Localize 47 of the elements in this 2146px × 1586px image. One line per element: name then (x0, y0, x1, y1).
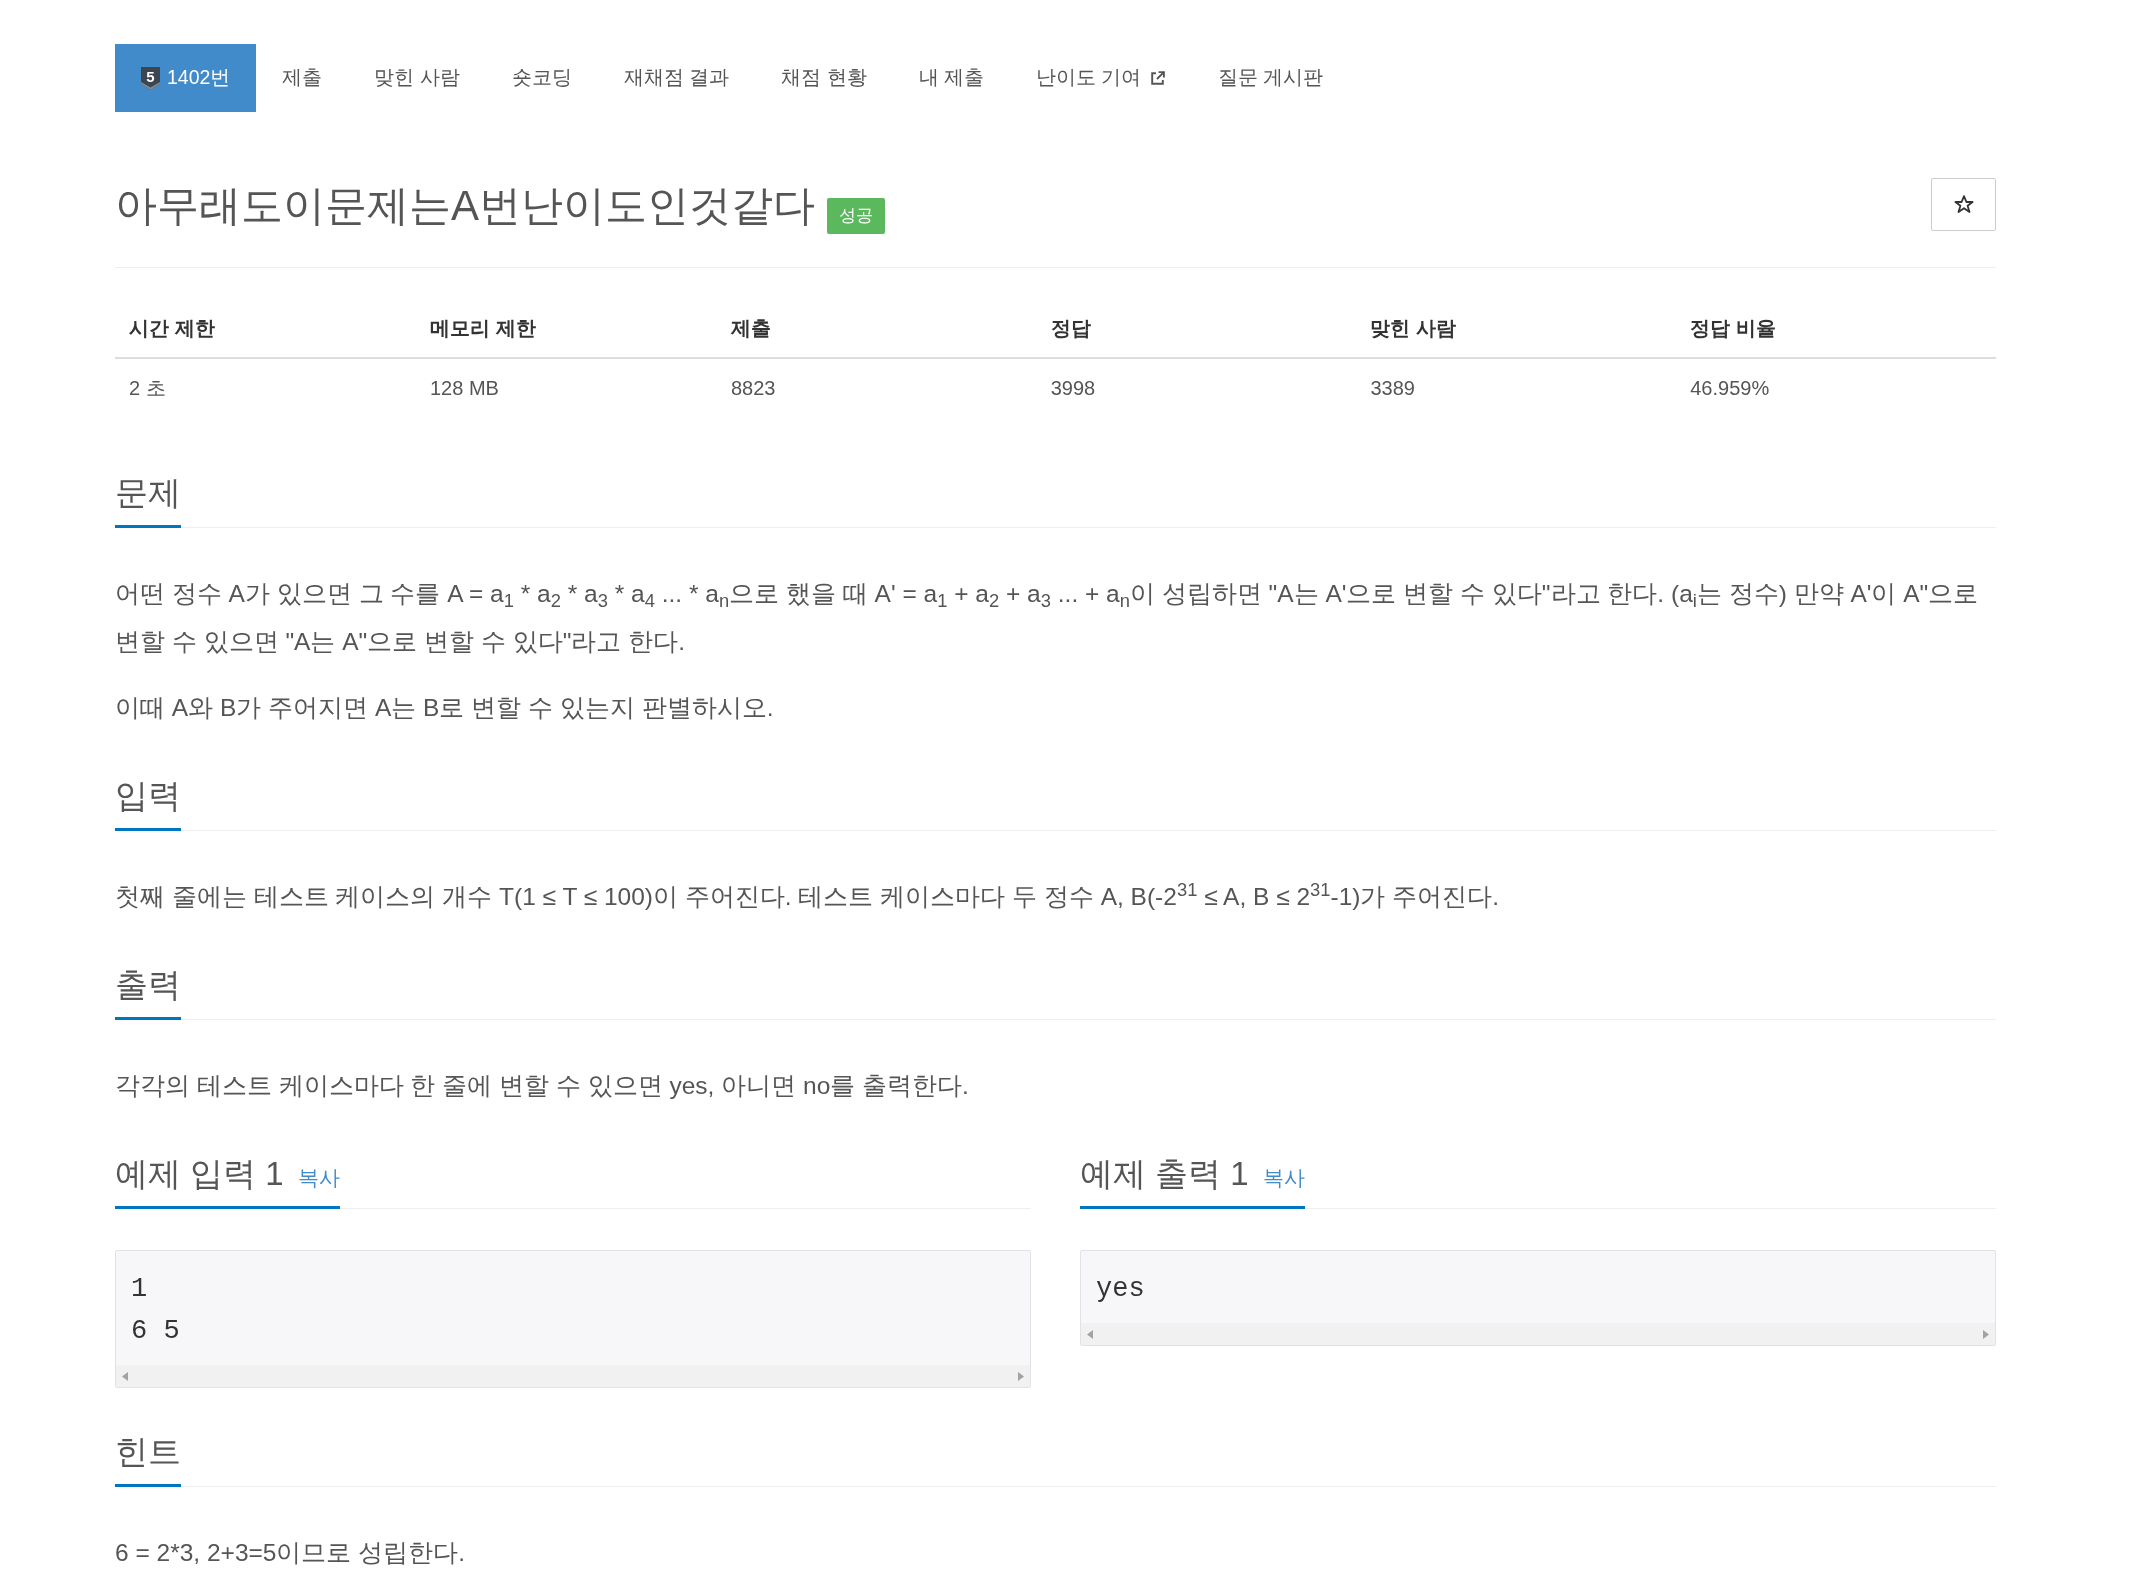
column-header: 제출 (716, 298, 1037, 358)
status-badge: 성공 (827, 198, 885, 234)
column-header: 정답 (1036, 298, 1357, 358)
section-heading: 힌트 (115, 1430, 181, 1487)
copy-link[interactable]: 복사 (297, 1162, 340, 1194)
paragraph: 각각의 테스트 케이스마다 한 줄에 변할 수 있으면 yes, 아니면 no를 출력한다. (115, 1071, 970, 1101)
scroll-right-icon[interactable] (1983, 1329, 1989, 1339)
nav-tab[interactable]: 채점 현황 (755, 44, 893, 112)
paragraph: 이때 A와 B가 주어지면 A는 B로 변할 수 있는지 판별하시오. (115, 693, 775, 723)
nav-tab[interactable]: 맞힌 사람 (348, 44, 486, 112)
copy-link[interactable]: 복사 (1262, 1162, 1305, 1194)
table-cell: 3998 (1036, 358, 1357, 416)
scroll-right-icon[interactable] (1018, 1371, 1024, 1381)
paragraph: 어떤 정수 A가 있으면 그 수를 A = a$_{1}$ * a$_{2}$ * a$_{3}$ * a$_{4}$ ... * a$_{n}$으로 했을 때 A' = a$_{1}$ + a$_{2}$ + a$_{3}$ ... + a$_{n}$이 성립하면 "A는 A'으로 변할 수 있다"라고 한다. (a$_{i}$는 정수) 만약 A'이 A"으로 변할 수 있으면 "A는 A"으로 변할 수 있다"라고 한다. (115, 579, 1980, 657)
section-heading: 문제 (115, 471, 181, 528)
nav-tab[interactable]: 제출 (256, 44, 349, 112)
section-heading: 예제 입력 1 (115, 1154, 284, 1194)
nav-tab[interactable]: 난이도 기여 (1010, 44, 1192, 112)
scroll-left-icon[interactable] (122, 1371, 128, 1381)
tier-badge: 5 (141, 66, 160, 90)
nav-tab[interactable]: 질문 게시판 (1191, 44, 1349, 112)
problem-title: 아무래도이문제는A번난이도인것같다 (115, 181, 815, 231)
column-header: 메모리 제한 (415, 298, 717, 358)
nav-tab[interactable]: 숏코딩 (485, 44, 598, 112)
section-heading: 입력 (115, 774, 181, 831)
star-icon (1953, 195, 1974, 214)
paragraph: 6 = 2*3, 2+3=5이므로 성립한다. (115, 1538, 467, 1568)
nav-tab[interactable]: 5 1402번 (115, 44, 257, 112)
column-header: 맞힌 사람 (1356, 298, 1677, 358)
table-cell: 46.959% (1676, 358, 1996, 416)
code-text: yes (1095, 1273, 1146, 1306)
star-button[interactable] (1931, 178, 1996, 231)
nav-tab[interactable]: 내 제출 (892, 44, 1011, 112)
nav-tab[interactable]: 재채점 결과 (597, 44, 756, 112)
horizontal-scrollbar[interactable] (1081, 1323, 1995, 1345)
table-cell: 3389 (1356, 358, 1677, 416)
code-text: 1 6 5 (130, 1273, 181, 1348)
column-header: 정답 비율 (1676, 298, 1996, 358)
horizontal-scrollbar[interactable] (116, 1365, 1030, 1387)
table-cell: 128 MB (415, 358, 717, 416)
table-cell: 2 초 (115, 358, 416, 416)
paragraph: 첫째 줄에는 테스트 케이스의 개수 T(1 ≤ T ≤ 100)이 주어진다. 테스트 케이스마다 두 정수 A, B(-2$^{31}$ ≤ A, B ≤ 2$^{31}$-1)가 주어진다. (115, 877, 1501, 912)
table-cell: 8823 (716, 358, 1037, 416)
scroll-left-icon[interactable] (1087, 1329, 1093, 1339)
section-heading: 예제 출력 1 (1080, 1154, 1249, 1194)
section-heading: 출력 (115, 963, 181, 1020)
column-header: 시간 제한 (115, 298, 416, 358)
